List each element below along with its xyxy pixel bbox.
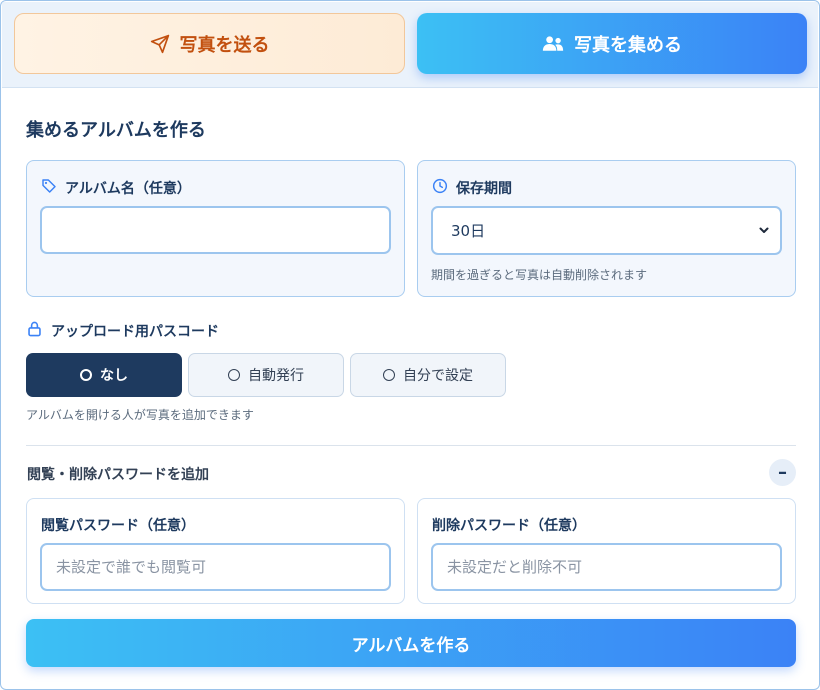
retention-select[interactable]: 30日 <box>431 206 782 255</box>
delete-password-card: 削除パスワード（任意） <box>417 498 796 604</box>
passcode-option-none[interactable]: なし <box>26 353 182 397</box>
passcode-option-auto[interactable]: 自動発行 <box>188 353 344 397</box>
album-name-card: アルバム名（任意） <box>26 160 405 297</box>
users-icon <box>542 35 564 53</box>
passcode-option-label: 自動発行 <box>248 368 304 384</box>
extra-passwords-label: 閲覧・削除パスワードを追加 <box>27 467 209 483</box>
view-password-label: 閲覧パスワード（任意） <box>41 518 195 534</box>
send-icon <box>150 34 170 54</box>
view-password-card: 閲覧パスワード（任意） <box>26 498 405 604</box>
tab-collect-label: 写真を集める <box>574 34 682 56</box>
passcode-label: アップロード用パスコード <box>51 324 219 340</box>
passcode-hint: アルバムを開ける人が写真を追加できます <box>26 408 254 422</box>
lock-icon <box>27 321 42 341</box>
passcode-option-custom[interactable]: 自分で設定 <box>350 353 506 397</box>
retention-card: 保存期間 30日 期間を過ぎると写真は自動削除されます <box>417 160 796 297</box>
retention-selected-value: 30日 <box>451 222 486 240</box>
tab-collect-photos[interactable]: 写真を集める <box>417 13 807 74</box>
tab-send-photos[interactable]: 写真を送る <box>14 13 405 74</box>
tag-icon <box>41 178 57 198</box>
passcode-option-label: なし <box>100 368 128 384</box>
radio-icon <box>228 369 240 381</box>
retention-label-row: 保存期間 <box>432 178 512 198</box>
radio-icon <box>80 369 92 381</box>
collapse-button[interactable]: – <box>769 459 796 486</box>
chevron-down-icon <box>758 222 770 240</box>
divider <box>26 445 796 446</box>
delete-password-input[interactable] <box>431 543 782 591</box>
passcode-option-label: 自分で設定 <box>403 368 473 384</box>
album-name-input[interactable] <box>40 206 391 254</box>
clock-icon <box>432 178 448 198</box>
passcode-label-row: アップロード用パスコード <box>27 321 219 341</box>
retention-label: 保存期間 <box>456 181 512 197</box>
section-title: 集めるアルバムを作る <box>26 120 206 141</box>
create-album-button[interactable]: アルバムを作る <box>26 619 796 667</box>
radio-icon <box>383 369 395 381</box>
album-name-label-row: アルバム名（任意） <box>41 178 191 198</box>
album-name-label: アルバム名（任意） <box>65 181 191 197</box>
view-password-input[interactable] <box>40 543 391 591</box>
album-create-panel: 写真を送る 写真を集める 集めるアルバムを作る アルバム名（任意） 保存期間 3… <box>0 0 820 690</box>
delete-password-label: 削除パスワード（任意） <box>432 518 586 534</box>
tab-send-label: 写真を送る <box>179 34 270 56</box>
retention-hint: 期間を過ぎると写真は自動削除されます <box>431 268 648 282</box>
